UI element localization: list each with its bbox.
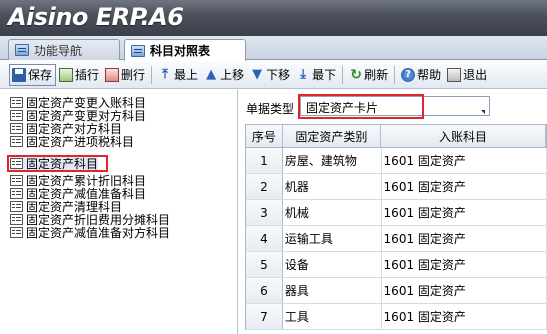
list-icon [10, 123, 23, 134]
toolbar-separator [394, 65, 396, 84]
highlight-box [298, 94, 424, 119]
list-icon [10, 136, 23, 147]
move-bottom-label: 最下 [312, 68, 337, 82]
toolbar-separator [151, 65, 153, 84]
mapping-panel: 单据类型 固定资产卡片 序号 固定资产类别 入账科目 1 房屋、建筑物 1601… [239, 90, 547, 334]
delete-row-icon [105, 67, 120, 82]
cell-account[interactable]: 1601 固定资产 [382, 278, 547, 303]
tree-item-label: 固定资产减值准备对方科目 [26, 226, 171, 240]
exit-label: 退出 [463, 68, 488, 82]
account-category-tree: 固定资产变更入账科目 固定资产变更对方科目 固定资产对方科目 固定资产进项税科目… [0, 90, 238, 334]
cell-category[interactable]: 工具 [283, 304, 382, 329]
table-row[interactable]: 6 器具 1601 固定资产 [245, 278, 547, 304]
list-icon [10, 201, 23, 212]
doc-type-label: 单据类型 [246, 102, 295, 116]
insert-row-icon [59, 67, 74, 82]
refresh-label: 刷新 [364, 68, 389, 82]
tab-label: 科目对照表 [150, 44, 211, 58]
move-bottom-button[interactable]: ⤓ 最下 [293, 64, 339, 86]
list-icon [10, 227, 23, 238]
cell-account[interactable]: 1601 固定资产 [382, 174, 547, 199]
tab-label: 功能导航 [34, 43, 83, 58]
save-button[interactable]: 保存 [9, 63, 57, 86]
delete-row-label: 删行 [121, 68, 146, 82]
cell-seq: 6 [246, 278, 283, 303]
dropdown-caret-icon[interactable] [481, 110, 485, 114]
header-account[interactable]: 入账科目 [381, 125, 546, 147]
table-row[interactable]: 3 机械 1601 固定资产 [245, 200, 547, 226]
move-top-icon: ⤒ [162, 66, 168, 82]
tab-account-mapping[interactable]: 科目对照表 [124, 39, 246, 61]
cell-seq: 4 [246, 226, 283, 251]
tree-item[interactable]: 固定资产减值准备对方科目 [10, 226, 171, 240]
exit-button[interactable]: 退出 [444, 64, 490, 86]
move-up-label: 上移 [220, 68, 245, 82]
list-icon [10, 188, 23, 199]
header-seq[interactable]: 序号 [246, 125, 283, 147]
toolbar-separator [342, 65, 344, 84]
cell-seq: 3 [246, 200, 283, 225]
table-row[interactable]: 5 设备 1601 固定资产 [245, 252, 547, 278]
app-logo: Aisino ERP.A6 [8, 3, 184, 31]
cell-category[interactable]: 设备 [283, 252, 382, 277]
save-icon [12, 67, 26, 82]
list-icon [10, 97, 23, 108]
cell-category[interactable]: 器具 [283, 278, 382, 303]
refresh-button[interactable]: ↻ 刷新 [346, 64, 391, 86]
cell-category[interactable]: 机械 [283, 200, 382, 225]
move-top-button[interactable]: ⤒ 最上 [155, 64, 201, 86]
arrow-down-icon: ▼ [252, 66, 263, 82]
move-down-button[interactable]: ▼ 下移 [247, 64, 293, 86]
cell-account[interactable]: 1601 固定资产 [382, 252, 547, 277]
cell-account[interactable]: 1601 固定资产 [382, 226, 547, 251]
help-button[interactable]: ? 帮助 [398, 64, 444, 86]
list-icon [10, 110, 23, 121]
navigation-icon [15, 44, 29, 56]
list-icon [10, 175, 23, 186]
table-row[interactable]: 4 运输工具 1601 固定资产 [245, 226, 547, 252]
move-top-label: 最上 [174, 68, 199, 82]
move-down-label: 下移 [266, 68, 291, 82]
help-label: 帮助 [417, 68, 442, 82]
table-icon [131, 44, 145, 57]
cell-seq: 5 [246, 252, 283, 277]
cell-account[interactable]: 1601 固定资产 [382, 200, 547, 225]
help-icon: ? [401, 67, 416, 82]
cell-seq: 2 [246, 174, 283, 199]
mapping-table: 序号 固定资产类别 入账科目 1 房屋、建筑物 1601 固定资产 2 机器 1… [245, 124, 547, 334]
title-bar: Aisino ERP.A6 [0, 0, 547, 36]
cell-account[interactable]: 1601 固定资产 [382, 148, 547, 173]
highlight-box [7, 155, 108, 172]
cell-seq: 1 [246, 148, 283, 173]
tree-item-label: 固定资产进项税科目 [26, 135, 135, 149]
insert-row-label: 插行 [75, 68, 100, 82]
save-label: 保存 [28, 68, 53, 82]
list-icon [10, 214, 23, 225]
cell-category[interactable]: 房屋、建筑物 [283, 148, 382, 173]
insert-row-button[interactable]: 插行 [56, 64, 102, 86]
cell-account[interactable]: 1601 固定资产 [382, 304, 547, 329]
header-category[interactable]: 固定资产类别 [283, 125, 382, 147]
cell-seq: 7 [246, 304, 283, 329]
arrow-up-icon: ▲ [206, 66, 217, 82]
tab-bar: 功能导航 科目对照表 [0, 36, 547, 61]
table-row[interactable]: 2 机器 1601 固定资产 [245, 174, 547, 200]
delete-row-button[interactable]: 删行 [102, 64, 148, 86]
exit-icon [447, 67, 462, 82]
move-bottom-icon: ⤓ [300, 66, 306, 82]
tree-item[interactable]: 固定资产进项税科目 [10, 135, 135, 149]
move-up-button[interactable]: ▲ 上移 [201, 64, 247, 86]
table-row[interactable]: 1 房屋、建筑物 1601 固定资产 [245, 148, 547, 174]
cell-category[interactable]: 运输工具 [283, 226, 382, 251]
toolbar: 保存 插行 删行 ⤒ 最上 ▲ 上移 ▼ 下移 ⤓ 最下 ↻ 刷新 ? 帮助 退… [0, 61, 547, 89]
refresh-icon: ↻ [350, 66, 362, 83]
table-header: 序号 固定资产类别 入账科目 [245, 124, 547, 148]
table-row[interactable]: 7 工具 1601 固定资产 [245, 304, 547, 330]
tab-function-navigation[interactable]: 功能导航 [8, 39, 120, 60]
cell-category[interactable]: 机器 [283, 174, 382, 199]
